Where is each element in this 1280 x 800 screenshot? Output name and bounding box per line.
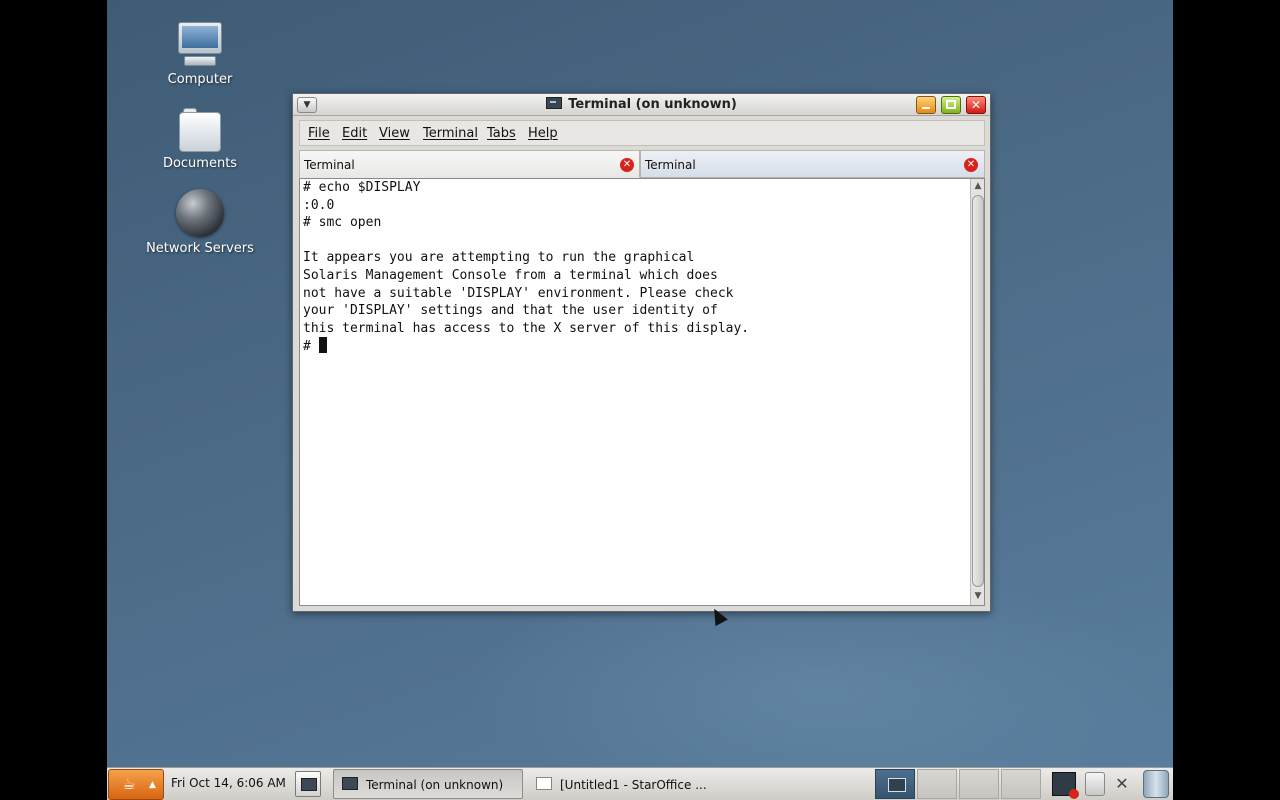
clock[interactable]: Fri Oct 14, 6:06 AM: [171, 776, 286, 790]
terminal-window: ▼ Terminal (on unknown) ✕ File Edit View…: [292, 93, 991, 612]
terminal-prompt-line: #: [303, 337, 969, 356]
menu-help[interactable]: Help: [528, 126, 558, 141]
tab-terminal-1[interactable]: Terminal ✕: [299, 150, 640, 178]
terminal-line: this terminal has access to the X server…: [303, 320, 750, 336]
minimize-icon: [917, 97, 935, 113]
maximize-button[interactable]: [941, 96, 961, 114]
letterbox-left: [0, 0, 107, 800]
show-desktop-button[interactable]: [295, 771, 321, 797]
terminal-icon: [342, 777, 358, 790]
volume-muted-icon[interactable]: ✕: [1111, 772, 1133, 796]
window-title: Terminal (on unknown): [293, 94, 990, 116]
printer-icon[interactable]: [1085, 772, 1105, 796]
task-terminal[interactable]: Terminal (on unknown): [333, 769, 523, 799]
letterbox-right: [1173, 0, 1280, 800]
terminal-line: # smc open: [303, 215, 382, 231]
arrow-up-icon: ▲: [149, 780, 156, 790]
desktop: Computer Documents Network Servers ▼ Ter…: [107, 0, 1173, 800]
terminal-line: It appears you are attempting to run the…: [303, 250, 695, 266]
menu-file[interactable]: File: [308, 126, 330, 141]
menu-edit[interactable]: Edit: [342, 126, 367, 141]
terminal-line: ​: [303, 232, 969, 250]
terminal-line: # echo $DISPLAY: [303, 180, 421, 195]
globe-icon: [176, 189, 224, 237]
window-title-text: Terminal (on unknown): [568, 97, 737, 112]
workspace-2[interactable]: [917, 769, 957, 799]
prompt: #: [303, 339, 319, 355]
computer-icon: [176, 22, 224, 68]
desktop-icon-label: Documents: [162, 156, 238, 171]
menu-bar: File Edit View Terminal Tabs Help: [299, 120, 985, 146]
terminal-line: Solaris Management Console from a termin…: [303, 267, 718, 283]
text-cursor: [318, 337, 327, 354]
workspace-1[interactable]: [875, 769, 915, 799]
desktop-icon-network-servers[interactable]: Network Servers: [130, 189, 270, 256]
java-cup-icon: ☕: [122, 775, 136, 793]
terminal-line: not have a suitable 'DISPLAY' environmen…: [303, 285, 734, 301]
scroll-down-icon[interactable]: ▼: [971, 589, 985, 603]
vertical-scrollbar[interactable]: ▲ ▼: [970, 179, 984, 605]
close-tab-icon[interactable]: ✕: [620, 158, 634, 172]
tab-label: Terminal: [645, 158, 696, 172]
desktop-icon-label: Computer: [167, 72, 233, 87]
scroll-up-icon[interactable]: ▲: [971, 179, 985, 193]
task-label: Terminal (on unknown): [366, 778, 504, 792]
task-label: [Untitled1 - StarOffice ...: [560, 778, 707, 792]
task-staroffice[interactable]: [Untitled1 - StarOffice ...: [527, 769, 717, 799]
window-titlebar[interactable]: ▼ Terminal (on unknown) ✕: [293, 94, 990, 116]
terminal-line: your 'DISPLAY' settings and that the use…: [303, 303, 718, 319]
tab-bar: Terminal ✕ Terminal ✕: [299, 150, 985, 178]
close-icon: ✕: [970, 98, 982, 112]
terminal-area[interactable]: # echo $DISPLAY :0.0 # smc open​It appears…: [299, 178, 985, 606]
terminal-icon: [546, 97, 563, 109]
menu-terminal[interactable]: Terminal: [423, 126, 478, 141]
launch-menu-button[interactable]: ☕ ▲: [108, 769, 164, 800]
desktop-icon-label: Network Servers: [146, 241, 254, 256]
workspace-4[interactable]: [1001, 769, 1041, 799]
maximize-icon: [942, 97, 960, 113]
terminal-line: :0.0: [303, 197, 335, 213]
terminal-output[interactable]: # echo $DISPLAY :0.0 # smc open​It appears…: [301, 179, 969, 605]
workspace-3[interactable]: [959, 769, 999, 799]
menu-tabs[interactable]: Tabs: [487, 126, 516, 141]
folder-icon: [179, 108, 221, 152]
taskbar: ☕ ▲ Fri Oct 14, 6:06 AM Terminal (on unk…: [107, 767, 1173, 800]
minimize-button[interactable]: [916, 96, 936, 114]
trash-icon[interactable]: [1143, 770, 1169, 798]
update-notifier-icon[interactable]: [1052, 772, 1079, 799]
document-icon: [536, 777, 552, 790]
desktop-icon-computer[interactable]: Computer: [130, 22, 270, 87]
desktop-icon-documents[interactable]: Documents: [130, 108, 270, 171]
tab-terminal-2[interactable]: Terminal ✕: [640, 150, 985, 178]
close-button[interactable]: ✕: [966, 96, 986, 114]
scrollbar-thumb[interactable]: [972, 195, 984, 587]
close-tab-icon[interactable]: ✕: [964, 158, 978, 172]
menu-view[interactable]: View: [379, 126, 410, 141]
tab-label: Terminal: [304, 158, 355, 172]
